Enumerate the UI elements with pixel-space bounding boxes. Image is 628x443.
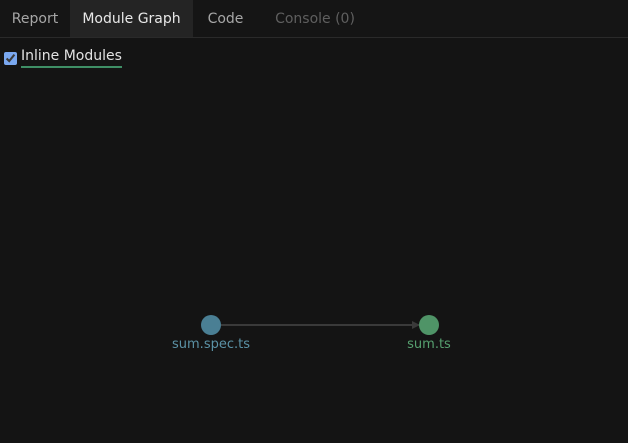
graph-node[interactable]	[419, 315, 439, 335]
graph-node-label: sum.spec.ts	[172, 337, 250, 352]
module-graph-canvas[interactable]: sum.spec.ts sum.ts	[0, 78, 628, 443]
inline-modules-label: Inline Modules	[21, 48, 122, 68]
graph-svg	[201, 315, 439, 335]
tab-console: Console (0)	[275, 10, 355, 27]
inline-modules-checkbox[interactable]	[4, 51, 17, 65]
tab-bar: Report Module Graph Code Console (0)	[0, 0, 628, 38]
tab-report[interactable]: Report	[0, 0, 70, 37]
graph-toolbar: Inline Modules	[0, 38, 628, 78]
graph-node-label: sum.ts	[407, 337, 451, 352]
tab-module-graph[interactable]: Module Graph	[70, 0, 193, 37]
inline-modules-toggle[interactable]: Inline Modules	[4, 48, 122, 68]
tab-code[interactable]: Code	[193, 0, 258, 37]
graph-node[interactable]	[201, 315, 221, 335]
